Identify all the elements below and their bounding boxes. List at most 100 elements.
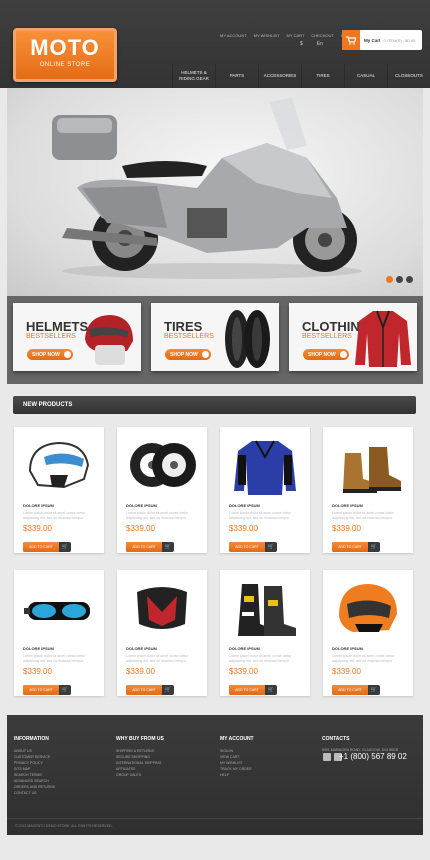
add-to-cart-label: ADD TO CART: [126, 685, 162, 695]
add-to-cart-button[interactable]: ADD TO CART 🛒: [126, 542, 174, 552]
language-select[interactable]: En: [317, 41, 323, 47]
cart-summary: 0 ITEM(S) - $0.00: [383, 37, 416, 43]
cart-icon: 🛒: [370, 687, 377, 693]
banner-tires[interactable]: TIRES BESTSELLERS SHOP NOW: [151, 303, 279, 371]
footer-heading: CONTACTS: [322, 736, 350, 742]
product-image[interactable]: [333, 578, 403, 638]
product-price: $339.00: [229, 524, 258, 533]
product-name[interactable]: DOLORE IPSUM: [332, 646, 363, 651]
nav-item-casual[interactable]: CASUAL: [344, 64, 387, 88]
slider-dot-2[interactable]: [396, 276, 403, 283]
add-to-cart-button[interactable]: ADD TO CART 🛒: [23, 685, 71, 695]
currency-select[interactable]: $: [300, 41, 303, 47]
hero-slider[interactable]: [7, 88, 423, 296]
product-description: Lorem ipsum dolor sit amet conse ctetur …: [126, 511, 189, 520]
section-title: NEW PRODUCTS: [23, 402, 73, 408]
product-description: Lorem ipsum dolor sit amet conse ctetur …: [332, 511, 395, 520]
copyright-bar: © 2013 MAGENTO DEMO STORE. ALL RIGHTS RE…: [7, 818, 423, 835]
footer-heading: MY ACCOUNT: [220, 736, 254, 742]
add-to-cart-label: ADD TO CART: [229, 542, 265, 552]
header-selects: $ En: [300, 41, 323, 47]
slider-dot-1[interactable]: [386, 276, 393, 283]
product-image[interactable]: [24, 435, 94, 495]
add-to-cart-button[interactable]: ADD TO CART 🛒: [23, 542, 71, 552]
product-card[interactable]: DOLORE IPSUM Lorem ipsum dolor sit amet c…: [220, 427, 310, 553]
cart-icon: 🛒: [164, 544, 171, 550]
product-name[interactable]: DOLORE IPSUM: [126, 646, 157, 651]
helmet-image: [85, 315, 133, 365]
motorcycle-image: [52, 98, 362, 279]
shop-now-button[interactable]: SHOP NOW: [303, 349, 349, 360]
product-image[interactable]: [230, 578, 300, 638]
product-description: Lorem ipsum dolor sit amet conse ctetur …: [229, 511, 292, 520]
cart-icon: 🛒: [164, 687, 171, 693]
product-price: $339.00: [332, 524, 361, 533]
product-name[interactable]: DOLORE IPSUM: [332, 503, 363, 508]
cart-icon: 🛒: [61, 687, 68, 693]
add-to-cart-label: ADD TO CART: [23, 685, 59, 695]
banner-clothing[interactable]: CLOTHING BESTSELLERS SHOP NOW: [289, 303, 417, 371]
nav-item-tires[interactable]: TIRES: [301, 64, 344, 88]
nav-item-parts[interactable]: PARTS: [215, 64, 258, 88]
add-to-cart-button[interactable]: ADD TO CART 🛒: [126, 685, 174, 695]
top-link-checkout[interactable]: CHECKOUT: [311, 33, 333, 38]
top-link-my-cart[interactable]: MY CART: [287, 33, 305, 38]
cart-icon: [342, 30, 360, 50]
logo-title: MOTO: [30, 35, 100, 60]
product-card[interactable]: DOLORE IPSUM Lorem ipsum dolor sit amet c…: [220, 570, 310, 696]
product-name[interactable]: DOLORE IPSUM: [126, 503, 157, 508]
nav-item-helmets[interactable]: HELMETS & RIDING GEAR: [172, 64, 215, 88]
footer-link[interactable]: Help: [220, 772, 254, 778]
add-to-cart-label: ADD TO CART: [229, 685, 265, 695]
footer: [7, 715, 423, 835]
shop-now-button[interactable]: SHOP NOW: [27, 349, 73, 360]
banner-subtitle: BESTSELLERS: [164, 333, 214, 340]
product-card[interactable]: DOLORE IPSUM Lorem ipsum dolor sit amet c…: [117, 570, 207, 696]
nav-item-closeouts[interactable]: CLOSEOUTS: [387, 64, 430, 88]
product-card[interactable]: DOLORE IPSUM Lorem ipsum dolor sit amet c…: [117, 427, 207, 553]
add-to-cart-button[interactable]: ADD TO CART 🛒: [332, 542, 380, 552]
add-to-cart-button[interactable]: ADD TO CART 🛒: [229, 685, 277, 695]
product-description: Lorem ipsum dolor sit amet conse ctetur …: [229, 654, 292, 663]
product-card[interactable]: DOLORE IPSUM Lorem ipsum dolor sit amet c…: [14, 427, 104, 553]
product-card[interactable]: DOLORE IPSUM Lorem ipsum dolor sit amet c…: [323, 570, 413, 696]
top-links: MY ACCOUNT MY WISHLIST MY CART CHECKOUT …: [220, 33, 354, 38]
product-image[interactable]: [24, 578, 94, 638]
banner-helmets[interactable]: HELMETS BESTSELLERS SHOP NOW: [13, 303, 141, 371]
nav-item-accessories[interactable]: ACCESSORIES: [258, 64, 301, 88]
product-card[interactable]: DOLORE IPSUM Lorem ipsum dolor sit amet c…: [323, 427, 413, 553]
add-to-cart-label: ADD TO CART: [332, 542, 368, 552]
add-to-cart-label: ADD TO CART: [23, 542, 59, 552]
add-to-cart-button[interactable]: ADD TO CART 🛒: [332, 685, 380, 695]
product-name[interactable]: DOLORE IPSUM: [229, 646, 260, 651]
add-to-cart-button[interactable]: ADD TO CART 🛒: [229, 542, 277, 552]
product-image[interactable]: [127, 578, 197, 638]
product-description: Lorem ipsum dolor sit amet conse ctetur …: [332, 654, 395, 663]
product-name[interactable]: DOLORE IPSUM: [229, 503, 260, 508]
footer-why-buy: WHY BUY FROM US Shipping & Returns Secur…: [116, 718, 164, 778]
top-link-my-wishlist[interactable]: MY WISHLIST: [254, 33, 280, 38]
contact-phone: +1 (800) 567 89 02: [339, 752, 407, 761]
shop-now-button[interactable]: SHOP NOW: [165, 349, 211, 360]
footer-link[interactable]: Group Sales: [116, 772, 164, 778]
top-link-my-account[interactable]: MY ACCOUNT: [220, 33, 247, 38]
product-image[interactable]: [230, 435, 300, 495]
banner-subtitle: BESTSELLERS: [302, 333, 352, 340]
twitter-icon[interactable]: [323, 753, 331, 761]
product-card[interactable]: DOLORE IPSUM Lorem ipsum dolor sit amet c…: [14, 570, 104, 696]
tires-image: [225, 310, 270, 368]
product-price: $339.00: [23, 524, 52, 533]
logo[interactable]: MOTO ONLINE STORE: [13, 28, 117, 82]
product-name[interactable]: DOLORE IPSUM: [23, 646, 54, 651]
cart-widget[interactable]: My Cart 0 ITEM(S) - $0.00: [342, 30, 422, 50]
product-image[interactable]: [333, 435, 403, 495]
product-image[interactable]: [127, 435, 197, 495]
slider-dot-3[interactable]: [406, 276, 413, 283]
product-description: Lorem ipsum dolor sit amet conse ctetur …: [126, 654, 189, 663]
product-name[interactable]: DOLORE IPSUM: [23, 503, 54, 508]
footer-link[interactable]: Contact Us: [14, 790, 55, 796]
footer-heading: WHY BUY FROM US: [116, 736, 164, 742]
cart-icon: 🛒: [267, 544, 274, 550]
cart-icon: 🛒: [370, 544, 377, 550]
product-price: $339.00: [23, 667, 52, 676]
